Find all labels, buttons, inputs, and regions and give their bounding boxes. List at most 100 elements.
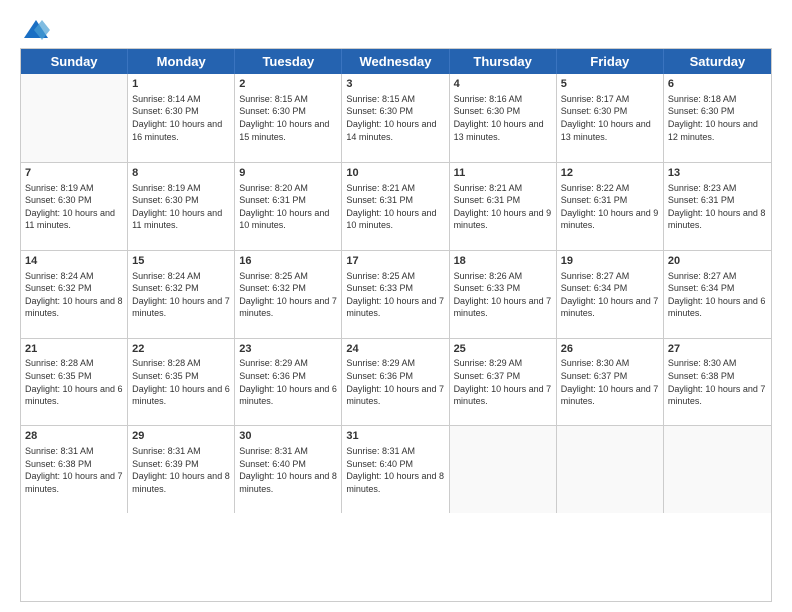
sun-info: Sunrise: 8:29 AMSunset: 6:37 PMDaylight:… bbox=[454, 357, 552, 407]
sun-info: Sunrise: 8:29 AMSunset: 6:36 PMDaylight:… bbox=[346, 357, 444, 407]
calendar-row-0: 1Sunrise: 8:14 AMSunset: 6:30 PMDaylight… bbox=[21, 74, 771, 162]
day-number: 12 bbox=[561, 166, 659, 181]
calendar-cell: 25Sunrise: 8:29 AMSunset: 6:37 PMDayligh… bbox=[450, 339, 557, 426]
day-number: 24 bbox=[346, 342, 444, 357]
day-number: 31 bbox=[346, 429, 444, 444]
header bbox=[20, 16, 772, 40]
day-number: 7 bbox=[25, 166, 123, 181]
sun-info: Sunrise: 8:15 AMSunset: 6:30 PMDaylight:… bbox=[239, 93, 337, 143]
calendar-row-3: 21Sunrise: 8:28 AMSunset: 6:35 PMDayligh… bbox=[21, 338, 771, 426]
day-number: 22 bbox=[132, 342, 230, 357]
sun-info: Sunrise: 8:14 AMSunset: 6:30 PMDaylight:… bbox=[132, 93, 230, 143]
calendar-cell: 6Sunrise: 8:18 AMSunset: 6:30 PMDaylight… bbox=[664, 74, 771, 162]
calendar-cell: 22Sunrise: 8:28 AMSunset: 6:35 PMDayligh… bbox=[128, 339, 235, 426]
sun-info: Sunrise: 8:30 AMSunset: 6:38 PMDaylight:… bbox=[668, 357, 767, 407]
calendar-row-4: 28Sunrise: 8:31 AMSunset: 6:38 PMDayligh… bbox=[21, 425, 771, 513]
calendar-cell: 17Sunrise: 8:25 AMSunset: 6:33 PMDayligh… bbox=[342, 251, 449, 338]
sun-info: Sunrise: 8:21 AMSunset: 6:31 PMDaylight:… bbox=[454, 182, 552, 232]
day-number: 26 bbox=[561, 342, 659, 357]
day-number: 2 bbox=[239, 77, 337, 92]
sun-info: Sunrise: 8:19 AMSunset: 6:30 PMDaylight:… bbox=[25, 182, 123, 232]
logo-icon bbox=[22, 16, 50, 44]
logo bbox=[20, 16, 50, 40]
calendar-cell: 16Sunrise: 8:25 AMSunset: 6:32 PMDayligh… bbox=[235, 251, 342, 338]
day-number: 4 bbox=[454, 77, 552, 92]
header-day-friday: Friday bbox=[557, 49, 664, 74]
header-day-saturday: Saturday bbox=[664, 49, 771, 74]
day-number: 11 bbox=[454, 166, 552, 181]
day-number: 29 bbox=[132, 429, 230, 444]
day-number: 16 bbox=[239, 254, 337, 269]
sun-info: Sunrise: 8:17 AMSunset: 6:30 PMDaylight:… bbox=[561, 93, 659, 143]
day-number: 14 bbox=[25, 254, 123, 269]
day-number: 5 bbox=[561, 77, 659, 92]
calendar-cell: 4Sunrise: 8:16 AMSunset: 6:30 PMDaylight… bbox=[450, 74, 557, 162]
header-day-monday: Monday bbox=[128, 49, 235, 74]
calendar-cell: 19Sunrise: 8:27 AMSunset: 6:34 PMDayligh… bbox=[557, 251, 664, 338]
calendar-cell: 3Sunrise: 8:15 AMSunset: 6:30 PMDaylight… bbox=[342, 74, 449, 162]
sun-info: Sunrise: 8:20 AMSunset: 6:31 PMDaylight:… bbox=[239, 182, 337, 232]
calendar-cell: 24Sunrise: 8:29 AMSunset: 6:36 PMDayligh… bbox=[342, 339, 449, 426]
sun-info: Sunrise: 8:31 AMSunset: 6:40 PMDaylight:… bbox=[346, 445, 444, 495]
calendar-header: SundayMondayTuesdayWednesdayThursdayFrid… bbox=[21, 49, 771, 74]
header-day-tuesday: Tuesday bbox=[235, 49, 342, 74]
calendar-row-2: 14 Sunrise: 8:24 AMSunset: 6:32 PMDayligh… bbox=[21, 250, 771, 338]
calendar-cell: 18Sunrise: 8:26 AMSunset: 6:33 PMDayligh… bbox=[450, 251, 557, 338]
day-number: 3 bbox=[346, 77, 444, 92]
sun-info: Sunrise: 8:29 AMSunset: 6:36 PMDaylight:… bbox=[239, 357, 337, 407]
header-day-wednesday: Wednesday bbox=[342, 49, 449, 74]
sun-info: Sunrise: 8:28 AMSunset: 6:35 PMDaylight:… bbox=[132, 357, 230, 407]
calendar-cell: 27Sunrise: 8:30 AMSunset: 6:38 PMDayligh… bbox=[664, 339, 771, 426]
calendar-cell: 8Sunrise: 8:19 AMSunset: 6:30 PMDaylight… bbox=[128, 163, 235, 250]
calendar: SundayMondayTuesdayWednesdayThursdayFrid… bbox=[20, 48, 772, 602]
day-number: 20 bbox=[668, 254, 767, 269]
calendar-cell: 9Sunrise: 8:20 AMSunset: 6:31 PMDaylight… bbox=[235, 163, 342, 250]
day-number: 15 bbox=[132, 254, 230, 269]
day-number: 27 bbox=[668, 342, 767, 357]
calendar-body: 1Sunrise: 8:14 AMSunset: 6:30 PMDaylight… bbox=[21, 74, 771, 601]
calendar-cell: 31Sunrise: 8:31 AMSunset: 6:40 PMDayligh… bbox=[342, 426, 449, 513]
sun-info: Sunrise: 8:19 AMSunset: 6:30 PMDaylight:… bbox=[132, 182, 230, 232]
day-number: 25 bbox=[454, 342, 552, 357]
day-number: 8 bbox=[132, 166, 230, 181]
calendar-cell: 2Sunrise: 8:15 AMSunset: 6:30 PMDaylight… bbox=[235, 74, 342, 162]
sun-info: Sunrise: 8:28 AMSunset: 6:35 PMDaylight:… bbox=[25, 357, 123, 407]
calendar-cell: 23Sunrise: 8:29 AMSunset: 6:36 PMDayligh… bbox=[235, 339, 342, 426]
day-number: 6 bbox=[668, 77, 767, 92]
day-number: 19 bbox=[561, 254, 659, 269]
header-day-sunday: Sunday bbox=[21, 49, 128, 74]
sun-info: Sunrise: 8:24 AMSunset: 6:32 PMDaylight:… bbox=[132, 270, 230, 320]
sun-info: Sunrise: 8:15 AMSunset: 6:30 PMDaylight:… bbox=[346, 93, 444, 143]
sun-info: Sunrise: 8:31 AMSunset: 6:40 PMDaylight:… bbox=[239, 445, 337, 495]
sun-info: Sunrise: 8:22 AMSunset: 6:31 PMDaylight:… bbox=[561, 182, 659, 232]
calendar-cell: 20Sunrise: 8:27 AMSunset: 6:34 PMDayligh… bbox=[664, 251, 771, 338]
day-number: 9 bbox=[239, 166, 337, 181]
calendar-cell: 28Sunrise: 8:31 AMSunset: 6:38 PMDayligh… bbox=[21, 426, 128, 513]
day-number: 1 bbox=[132, 77, 230, 92]
sun-info: Sunrise: 8:27 AMSunset: 6:34 PMDaylight:… bbox=[561, 270, 659, 320]
calendar-cell bbox=[557, 426, 664, 513]
calendar-cell: 10Sunrise: 8:21 AMSunset: 6:31 PMDayligh… bbox=[342, 163, 449, 250]
calendar-cell: 7Sunrise: 8:19 AMSunset: 6:30 PMDaylight… bbox=[21, 163, 128, 250]
calendar-cell: 26Sunrise: 8:30 AMSunset: 6:37 PMDayligh… bbox=[557, 339, 664, 426]
header-day-thursday: Thursday bbox=[450, 49, 557, 74]
sun-info: Sunrise: 8:27 AMSunset: 6:34 PMDaylight:… bbox=[668, 270, 767, 320]
day-number: 17 bbox=[346, 254, 444, 269]
day-number: 18 bbox=[454, 254, 552, 269]
calendar-cell: 15Sunrise: 8:24 AMSunset: 6:32 PMDayligh… bbox=[128, 251, 235, 338]
calendar-cell: 12Sunrise: 8:22 AMSunset: 6:31 PMDayligh… bbox=[557, 163, 664, 250]
calendar-cell bbox=[664, 426, 771, 513]
sun-info: Sunrise: 8:16 AMSunset: 6:30 PMDaylight:… bbox=[454, 93, 552, 143]
day-number: 30 bbox=[239, 429, 337, 444]
calendar-cell bbox=[21, 74, 128, 162]
calendar-cell bbox=[450, 426, 557, 513]
sun-info: Sunrise: 8:23 AMSunset: 6:31 PMDaylight:… bbox=[668, 182, 767, 232]
calendar-cell: 13Sunrise: 8:23 AMSunset: 6:31 PMDayligh… bbox=[664, 163, 771, 250]
sun-info: Sunrise: 8:25 AMSunset: 6:32 PMDaylight:… bbox=[239, 270, 337, 320]
sun-info: Sunrise: 8:25 AMSunset: 6:33 PMDaylight:… bbox=[346, 270, 444, 320]
day-number: 13 bbox=[668, 166, 767, 181]
calendar-cell: 14Sunrise: 8:24 AMSunset: 6:32 PMDayligh… bbox=[21, 251, 128, 338]
calendar-cell: 11Sunrise: 8:21 AMSunset: 6:31 PMDayligh… bbox=[450, 163, 557, 250]
calendar-cell: 1Sunrise: 8:14 AMSunset: 6:30 PMDaylight… bbox=[128, 74, 235, 162]
day-number: 10 bbox=[346, 166, 444, 181]
